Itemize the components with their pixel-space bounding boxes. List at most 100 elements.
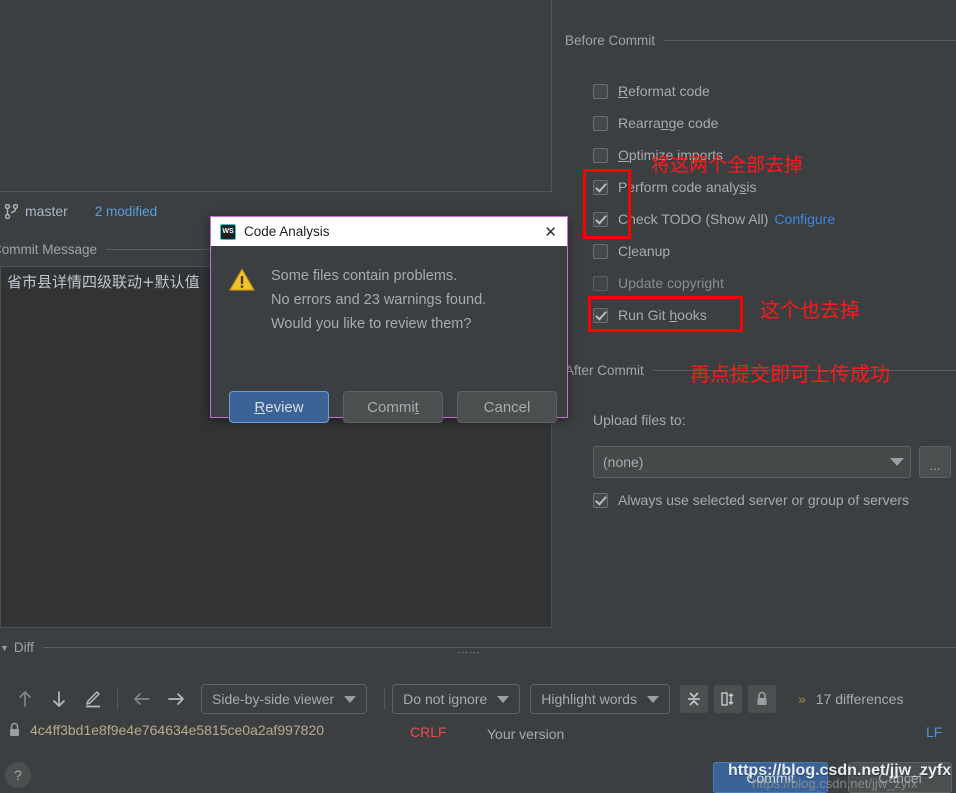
checkbox-label: Perform code analysis bbox=[618, 179, 757, 195]
git-branch-icon bbox=[4, 203, 18, 219]
arrow-down-icon[interactable] bbox=[42, 682, 76, 716]
diff-header-label: Diff bbox=[13, 640, 34, 655]
dialog-message-line: Would you like to review them? bbox=[271, 316, 472, 332]
checkbox-label: Cleanup bbox=[618, 243, 671, 259]
commit-message-text: 省市县详情四级联动+默认值 bbox=[7, 273, 200, 291]
webstorm-icon-text: WS bbox=[222, 228, 234, 235]
upload-files-label: Upload files to: bbox=[593, 412, 686, 428]
browse-servers-button[interactable]: ... bbox=[919, 446, 951, 478]
lock-icon[interactable] bbox=[747, 685, 776, 713]
modified-count-link[interactable]: 2 modified bbox=[95, 204, 157, 219]
checkbox-run-git-hooks[interactable]: Run Git hooks bbox=[593, 303, 707, 327]
annotation-text-2: 这个也去掉 bbox=[760, 298, 860, 322]
checkbox-box[interactable] bbox=[593, 492, 608, 508]
checkbox-label: Check TODO (Show All) bbox=[618, 211, 769, 227]
commit-button[interactable]: Commit bbox=[343, 391, 443, 423]
close-icon[interactable]: ✕ bbox=[540, 223, 561, 241]
chevron-down-icon[interactable]: ▼ bbox=[0, 643, 9, 653]
toolbar-separator bbox=[384, 688, 386, 710]
cancel-button[interactable]: Cancel bbox=[457, 391, 557, 423]
dialog-message-line: Some files contain problems. bbox=[271, 268, 458, 284]
cancel-button-label: Cancel bbox=[483, 398, 531, 416]
checkbox-perform-code-analysis[interactable]: Perform code analysis bbox=[593, 175, 757, 199]
viewer-mode-dropdown[interactable]: Side-by-side viewer bbox=[201, 684, 368, 714]
checkbox-label: Rearrange code bbox=[618, 115, 719, 131]
chevron-down-icon bbox=[497, 695, 510, 703]
ignore-mode-dropdown[interactable]: Do not ignore bbox=[392, 684, 521, 714]
your-version-label: Your version bbox=[487, 726, 565, 742]
checkbox-box[interactable] bbox=[593, 147, 608, 163]
checkbox-label: Always use selected server or group of s… bbox=[618, 492, 910, 508]
annotation-text-1: 将这两个全部去掉 bbox=[651, 154, 804, 176]
configure-todo-link[interactable]: Configure bbox=[774, 211, 835, 227]
commit-changes-window: master 2 modified Commit Message 省市县详情四级… bbox=[0, 0, 956, 793]
ignore-mode-value: Do not ignore bbox=[403, 691, 488, 707]
more-actions-icon[interactable]: » bbox=[798, 691, 806, 707]
dialog-title-bar: WS Code Analysis ✕ bbox=[211, 217, 567, 246]
after-commit-label: After Commit bbox=[565, 363, 644, 378]
help-button[interactable]: ? bbox=[5, 762, 31, 788]
line-separator-right[interactable]: LF bbox=[926, 724, 942, 740]
checkbox-rearrange-code[interactable]: Rearrange code bbox=[593, 111, 718, 135]
commit-button-label: Commit bbox=[367, 398, 419, 416]
code-analysis-dialog: WS Code Analysis ✕ Some files contain pr… bbox=[210, 216, 568, 423]
checkbox-box[interactable] bbox=[593, 275, 608, 291]
webstorm-icon: WS bbox=[220, 223, 236, 240]
before-commit-label: Before Commit bbox=[565, 33, 656, 48]
highlight-mode-value: Highlight words bbox=[541, 691, 637, 707]
checkbox-label: Reformat code bbox=[618, 83, 710, 99]
checkbox-check-todo[interactable]: Check TODO (Show All) Configure bbox=[593, 207, 835, 231]
upload-server-value: (none) bbox=[603, 454, 644, 470]
branch-name[interactable]: master bbox=[25, 203, 68, 219]
header-divider bbox=[42, 647, 956, 648]
chevron-down-icon bbox=[344, 695, 357, 703]
lock-icon bbox=[8, 722, 21, 738]
warning-triangle-icon bbox=[229, 268, 255, 292]
before-commit-header: Before Commit bbox=[565, 33, 956, 48]
checkbox-label: Update copyright bbox=[618, 275, 724, 291]
arrow-right-icon[interactable] bbox=[159, 682, 193, 716]
revision-row: 4c4ff3bd1e8f9e4e764634e5815ce0a2af997820 bbox=[8, 722, 324, 738]
chevron-down-icon bbox=[646, 695, 659, 703]
collapse-unchanged-icon[interactable] bbox=[679, 685, 708, 713]
highlight-mode-dropdown[interactable]: Highlight words bbox=[530, 684, 670, 714]
checkbox-box[interactable] bbox=[593, 83, 608, 99]
dialog-message: Some files contain problems. No errors a… bbox=[271, 264, 519, 336]
header-divider bbox=[664, 40, 956, 41]
checkbox-label: Run Git hooks bbox=[618, 307, 707, 323]
checkbox-update-copyright[interactable]: Update copyright bbox=[593, 271, 724, 295]
dialog-title: Code Analysis bbox=[244, 224, 330, 239]
review-button-label: Review bbox=[254, 398, 304, 416]
commit-options-panel: Before Commit Reformat code Rearrange co… bbox=[553, 0, 956, 635]
annotation-text-3: 再点提交即可上传成功 bbox=[690, 362, 890, 386]
diff-toolbar: Side-by-side viewer Do not ignore Highli… bbox=[0, 678, 956, 720]
chevron-down-icon bbox=[890, 458, 904, 466]
synchronize-scroll-icon[interactable] bbox=[713, 685, 742, 713]
dialog-message-line: No errors and 23 warnings found. bbox=[271, 292, 487, 308]
watermark-secondary: https://blog.csdn.net/jjw_zyfx bbox=[752, 776, 918, 791]
arrow-up-icon[interactable] bbox=[8, 682, 42, 716]
revision-hash: 4c4ff3bd1e8f9e4e764634e5815ce0a2af997820 bbox=[30, 722, 325, 738]
review-button[interactable]: Review bbox=[229, 391, 329, 423]
pencil-icon[interactable] bbox=[76, 682, 110, 716]
splitter-grip[interactable]: ⋯⋯ bbox=[457, 648, 481, 659]
checkbox-box[interactable] bbox=[593, 307, 608, 323]
checkbox-box[interactable] bbox=[593, 115, 608, 131]
checkbox-box[interactable] bbox=[593, 243, 608, 259]
differences-count: 17 differences bbox=[815, 691, 904, 707]
changed-files-panel[interactable] bbox=[0, 0, 552, 192]
checkbox-always-use-selected-server[interactable]: Always use selected server or group of s… bbox=[593, 488, 909, 512]
checkbox-box[interactable] bbox=[593, 211, 608, 227]
checkbox-cleanup[interactable]: Cleanup bbox=[593, 239, 670, 263]
line-separator-left[interactable]: CRLF bbox=[410, 724, 447, 740]
upload-server-dropdown[interactable]: (none) bbox=[593, 446, 911, 478]
dialog-body: Some files contain problems. No errors a… bbox=[211, 246, 567, 423]
ellipsis-icon: ... bbox=[929, 458, 941, 473]
dialog-buttons: Review Commit Cancel bbox=[229, 391, 557, 423]
viewer-mode-value: Side-by-side viewer bbox=[212, 691, 335, 707]
checkbox-reformat-code[interactable]: Reformat code bbox=[593, 79, 710, 103]
commit-message-header-label: Commit Message bbox=[0, 242, 98, 257]
arrow-left-icon[interactable] bbox=[125, 682, 159, 716]
checkbox-box[interactable] bbox=[593, 179, 608, 195]
toolbar-separator bbox=[117, 688, 118, 710]
